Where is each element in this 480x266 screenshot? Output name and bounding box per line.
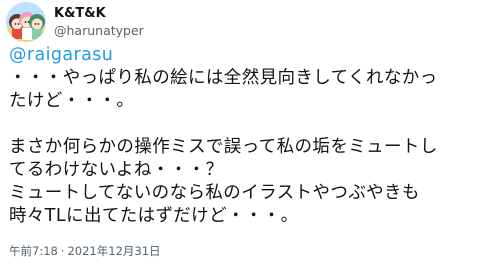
- anime-characters-avatar-icon: [6, 2, 46, 42]
- tweet-line-2: たけど・・・。: [9, 91, 135, 111]
- tweet-header: K&T&K @harunatyper: [6, 2, 144, 42]
- tweet-date: 2021年12月31日: [67, 244, 161, 258]
- tweet-line-1: ・・・やっぱり私の絵には全然見向きしてくれなかっ: [9, 68, 438, 88]
- tweet-line-4: まさか何らかの操作ミスで誤って私の垢をミュートし: [9, 137, 438, 157]
- avatar[interactable]: [6, 2, 46, 42]
- author-handle[interactable]: @harunatyper: [54, 22, 144, 39]
- author-names: K&T&K @harunatyper: [54, 5, 144, 39]
- tweet-line-6: ミュートしてないのなら私のイラストやつぶやきも: [9, 183, 420, 203]
- tweet-line-7: 時々TLに出てたはずだけど・・・。: [9, 206, 299, 226]
- tweet-line-5: てるわけないよね・・・？: [9, 160, 224, 180]
- tweet-text: @raigarasu ・・・やっぱり私の絵には全然見向きしてくれなかっ たけど・…: [9, 44, 475, 228]
- meta-separator: ·: [60, 244, 65, 258]
- tweet-time: 午前7:18: [9, 244, 58, 258]
- tweet-card: K&T&K @harunatyper @raigarasu ・・・やっぱり私の絵…: [0, 0, 480, 266]
- tweet-timestamp[interactable]: 午前7:18 · 2021年12月31日: [9, 243, 161, 259]
- author-display-name[interactable]: K&T&K: [54, 5, 144, 22]
- mention-link[interactable]: @raigarasu: [9, 44, 475, 67]
